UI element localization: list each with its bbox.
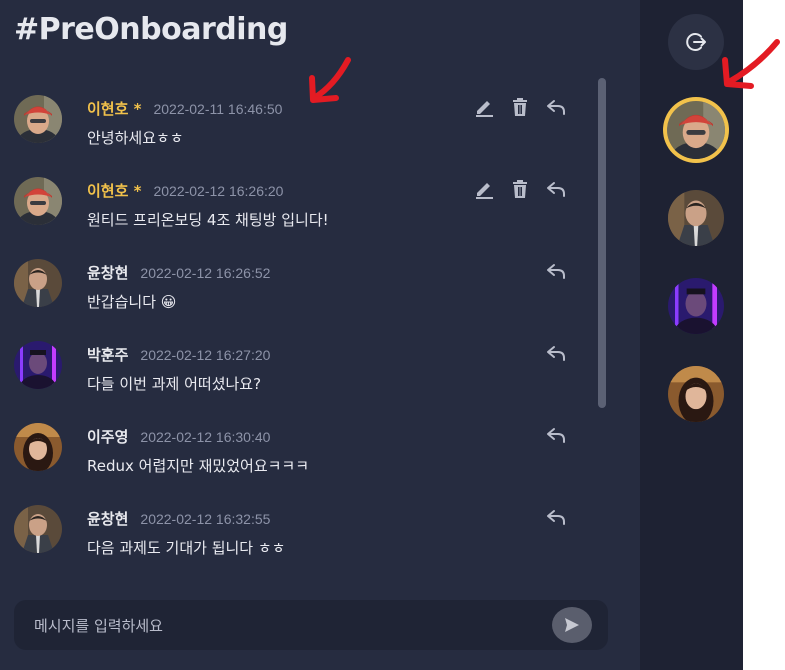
message-input[interactable] xyxy=(32,612,536,640)
message-item: 윤창현 2022-02-12 16:32:55 다음 과제도 기대가 됩니다 ㅎㅎ xyxy=(0,488,596,568)
message-list[interactable]: 이현호 * 2022-02-11 16:46:50 안녕하세요ㅎㅎ 이현호 * 20… xyxy=(0,78,596,568)
avatar xyxy=(14,259,62,307)
message-time: 2022-02-12 16:27:20 xyxy=(140,347,271,363)
edit-icon[interactable] xyxy=(474,96,496,118)
send-icon xyxy=(565,618,579,632)
avatar xyxy=(14,341,62,389)
send-button[interactable] xyxy=(552,607,592,643)
message-time: 2022-02-11 16:46:50 xyxy=(153,101,283,117)
avatar xyxy=(14,177,62,225)
message-time: 2022-02-12 16:26:52 xyxy=(140,265,271,281)
message-author: 이주영 xyxy=(87,428,129,446)
avatar xyxy=(14,95,62,143)
avatar xyxy=(14,505,62,553)
reply-icon[interactable] xyxy=(545,178,567,200)
message-time: 2022-02-12 16:26:20 xyxy=(153,183,284,199)
member-avatar-active[interactable] xyxy=(663,97,729,163)
exit-button[interactable] xyxy=(668,14,724,70)
trash-icon[interactable] xyxy=(509,178,531,200)
edit-icon[interactable] xyxy=(474,178,496,200)
message-text: 원티드 프리온보딩 4조 채팅방 입니다! xyxy=(87,211,329,229)
message-item: 이주영 2022-02-12 16:30:40 Redux 어렵지만 재밌었어요ㅋ… xyxy=(0,406,596,488)
message-text: Redux 어렵지만 재밌었어요ㅋㅋㅋ xyxy=(87,457,310,475)
message-author: 박훈주 xyxy=(87,346,129,364)
message-item: 이현호 * 2022-02-11 16:46:50 안녕하세요ㅎㅎ xyxy=(0,78,596,160)
message-time: 2022-02-12 16:30:40 xyxy=(140,429,271,445)
message-text: 다들 이번 과제 어떠셨나요? xyxy=(87,375,262,393)
message-text: 다음 과제도 기대가 됩니다 ㅎㅎ xyxy=(87,539,286,557)
message-author: 윤창현 xyxy=(87,510,129,528)
exit-icon xyxy=(686,33,706,51)
message-author: 윤창현 xyxy=(87,264,129,282)
chat-app: #PreOnboarding 이현호 * 2022-02-11 16:46:50 … xyxy=(0,0,743,670)
message-text: 반갑습니다 😀 xyxy=(87,293,177,311)
reply-icon[interactable] xyxy=(545,96,567,118)
trash-icon[interactable] xyxy=(509,96,531,118)
reply-icon[interactable] xyxy=(545,506,567,528)
message-item: 이현호 * 2022-02-12 16:26:20 원티드 프리온보딩 4조 채팅… xyxy=(0,160,596,242)
reply-icon[interactable] xyxy=(545,260,567,282)
message-text: 안녕하세요ㅎㅎ xyxy=(87,129,184,147)
message-composer xyxy=(14,600,608,650)
scrollbar-thumb[interactable] xyxy=(598,78,606,408)
member-avatar[interactable] xyxy=(668,278,724,334)
reply-icon[interactable] xyxy=(545,342,567,364)
reply-icon[interactable] xyxy=(545,424,567,446)
message-item: 박훈주 2022-02-12 16:27:20 다들 이번 과제 어떠셨나요? xyxy=(0,324,596,406)
member-avatar[interactable] xyxy=(668,190,724,246)
channel-title: #PreOnboarding xyxy=(14,12,288,47)
avatar xyxy=(14,423,62,471)
message-item: 윤창현 2022-02-12 16:26:52 반갑습니다 😀 xyxy=(0,242,596,324)
message-author: 이현호 * xyxy=(87,182,142,200)
chat-panel: #PreOnboarding 이현호 * 2022-02-11 16:46:50 … xyxy=(0,0,640,670)
scrollbar[interactable] xyxy=(596,78,608,568)
message-author: 이현호 * xyxy=(87,100,142,118)
member-avatar[interactable] xyxy=(668,366,724,422)
message-time: 2022-02-12 16:32:55 xyxy=(140,511,271,527)
